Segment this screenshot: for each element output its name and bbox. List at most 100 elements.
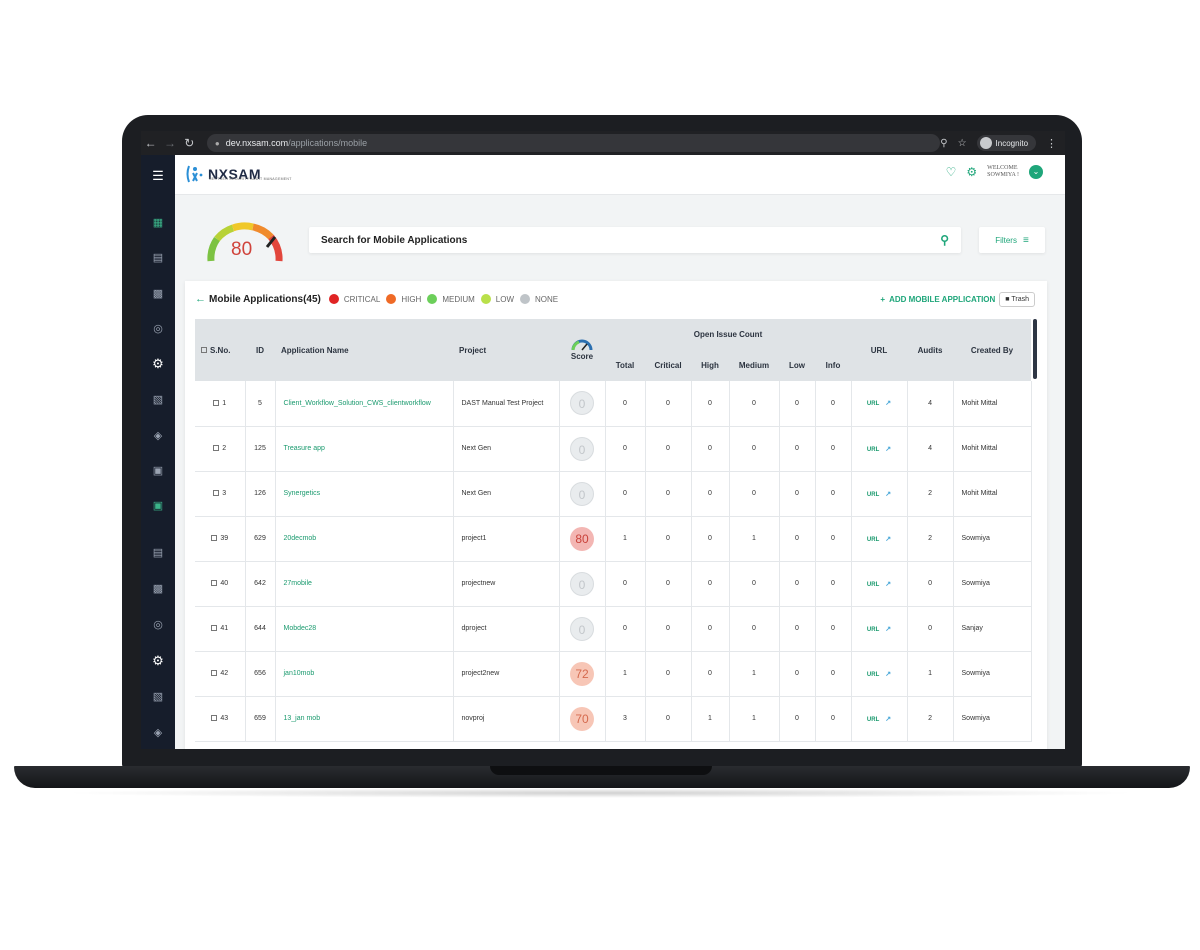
col-total: Total — [615, 360, 635, 370]
external-link-icon[interactable]: ↗ — [885, 536, 891, 543]
zoom-search-icon[interactable]: ⚲ — [940, 138, 947, 149]
notification-bell-icon[interactable]: ♡ — [946, 165, 957, 179]
cell-project: Next Gen — [453, 471, 560, 517]
table-row[interactable]: 3 126 Synergetics Next Gen 0 0 0 0 0 0 0 URL ↗ 2 Mohit… — [195, 471, 1032, 517]
cell-url[interactable]: URL ↗ — [851, 381, 908, 427]
select-all-checkbox[interactable] — [201, 347, 207, 354]
app-header: NXSAM NEXTGEN SECURITY AUDIT MANAGEMENT … — [175, 155, 1065, 195]
cell-audits: 4 — [907, 426, 954, 472]
url-link[interactable]: URL — [867, 447, 879, 453]
cell-app-name-link[interactable]: 20decmob — [275, 516, 454, 562]
user-menu-chevron-icon[interactable]: ⌄ — [1029, 165, 1043, 179]
header-settings-icon[interactable]: ⚙ — [966, 165, 977, 179]
laptop-notch — [490, 766, 712, 775]
reload-icon[interactable]: ↻ — [180, 136, 199, 150]
table-row[interactable]: 40 642 27mobile projectnew 0 0 0 0 0 0 0 URL ↗ 0 Sowmi… — [195, 561, 1032, 607]
external-link-icon[interactable]: ↗ — [885, 446, 891, 453]
cell-url[interactable]: URL ↗ — [851, 606, 908, 652]
external-link-icon[interactable]: ↗ — [885, 400, 891, 407]
config-gear-icon[interactable]: ⚙ — [141, 654, 175, 668]
cell-app-name-link[interactable]: Synergetics — [275, 471, 454, 517]
search-input[interactable]: Search for Mobile Applications ⚲ — [309, 227, 961, 253]
bookmark-star-icon[interactable]: ☆ — [958, 138, 967, 149]
external-link-icon[interactable]: ↗ — [885, 716, 891, 723]
col-id: ID — [256, 345, 264, 355]
score-badge: 0 — [570, 616, 594, 641]
row-checkbox[interactable] — [211, 625, 218, 632]
incognito-icon — [979, 137, 992, 149]
cell-app-name-link[interactable]: Mobdec28 — [275, 606, 454, 652]
table-row[interactable]: 2 125 Treasure app Next Gen 0 0 0 0 0 0 0 URL ↗ 4 Mohi… — [195, 426, 1032, 472]
table-row[interactable]: 41 644 Mobdec28 dproject 0 0 0 0 0 0 0 URL ↗ 0 Sanjay — [195, 606, 1032, 652]
report-icon[interactable]: ▩ — [141, 287, 175, 301]
cell-sno: 39 — [195, 516, 246, 562]
network-globe-icon[interactable]: ◎ — [141, 618, 175, 632]
cell-score: 0 — [559, 561, 606, 607]
add-mobile-application-button[interactable]: + ADD MOBILE APPLICATION — [880, 295, 995, 304]
row-checkbox[interactable] — [213, 445, 220, 452]
cell-app-name-link[interactable]: 27mobile — [275, 561, 454, 607]
score-badge: 0 — [570, 571, 594, 596]
settings-gear-icon[interactable]: ⚙ — [141, 357, 175, 371]
row-checkbox[interactable] — [213, 490, 220, 497]
incognito-indicator[interactable]: Incognito — [976, 135, 1037, 151]
cell-sno: 2 — [195, 426, 246, 472]
cell-url[interactable]: URL ↗ — [851, 426, 908, 472]
back-arrow-icon[interactable]: ← — [141, 136, 160, 150]
table-row[interactable]: 39 629 20decmob project1 80 1 0 0 1 0 0 URL ↗ 2 Sowmiy… — [195, 516, 1032, 562]
list-icon[interactable]: ▩ — [141, 582, 175, 596]
search-icon[interactable]: ⚲ — [940, 233, 949, 247]
cell-score: 72 — [559, 651, 606, 697]
row-checkbox[interactable] — [211, 670, 218, 677]
hamburger-menu-icon[interactable]: ☰ — [141, 169, 175, 183]
col-sno[interactable]: S.No. — [195, 319, 245, 381]
brand-logo[interactable]: NXSAM — [185, 163, 261, 185]
document-icon[interactable]: ▤ — [141, 251, 175, 265]
cell-url[interactable]: URL ↗ — [851, 561, 908, 607]
row-checkbox[interactable] — [211, 715, 218, 722]
cell-app-name-link[interactable]: Treasure app — [275, 426, 454, 472]
dashboard-grid-icon[interactable]: ▦ — [141, 216, 175, 230]
cell-app-name-link[interactable]: 13_jan mob — [275, 696, 454, 742]
row-checkbox[interactable] — [211, 580, 218, 587]
table-row[interactable]: 43 659 13_jan mob novproj 70 3 0 1 1 0 0 URL ↗ 2 Sowmi… — [195, 696, 1032, 742]
url-link[interactable]: URL — [867, 672, 879, 678]
table-row[interactable]: 42 656 jan10mob project2new 72 1 0 0 1 0 0 URL ↗ 1 Sow… — [195, 651, 1032, 697]
external-link-icon[interactable]: ↗ — [885, 581, 891, 588]
external-link-icon[interactable]: ↗ — [885, 491, 891, 498]
calendar-icon[interactable]: ▤ — [141, 546, 175, 560]
laptop-shadow — [60, 788, 1140, 798]
cell-url[interactable]: URL ↗ — [851, 696, 908, 742]
briefcase-icon[interactable]: ▣ — [141, 464, 175, 478]
url-link[interactable]: URL — [867, 582, 879, 588]
mobile-apps-icon[interactable]: ▣ — [141, 499, 175, 513]
package-icon[interactable]: ◈ — [141, 726, 175, 740]
table-row[interactable]: 1 5 Client_Workflow_Solution_CWS_clientwor… — [195, 381, 1032, 427]
table-scrollbar[interactable] — [1033, 319, 1037, 379]
url-link[interactable]: URL — [867, 627, 879, 633]
external-link-icon[interactable]: ↗ — [885, 626, 891, 633]
browser-menu-icon[interactable]: ⋮ — [1046, 137, 1057, 150]
row-checkbox[interactable] — [211, 535, 218, 542]
cell-url[interactable]: URL ↗ — [851, 471, 908, 517]
back-icon[interactable]: ← — [195, 293, 206, 305]
cell-app-name-link[interactable]: jan10mob — [275, 651, 454, 697]
cell-info: 0 — [815, 696, 852, 742]
cell-app-name-link[interactable]: Client_Workflow_Solution_CWS_clientworkf… — [275, 381, 454, 427]
globe-icon[interactable]: ◎ — [141, 322, 175, 336]
cell-url[interactable]: URL ↗ — [851, 516, 908, 562]
filters-button[interactable]: Filters ≡ — [979, 227, 1045, 253]
external-link-icon[interactable]: ↗ — [885, 671, 891, 678]
url-link[interactable]: URL — [867, 401, 879, 407]
archive-icon[interactable]: ▧ — [141, 690, 175, 704]
address-bar[interactable]: ● dev.nxsam.com /applications/mobile — [206, 134, 941, 152]
url-link[interactable]: URL — [867, 717, 879, 723]
trash-button[interactable]: ■ Trash — [999, 291, 1035, 307]
cell-url[interactable]: URL ↗ — [851, 651, 908, 697]
url-link[interactable]: URL — [867, 537, 879, 543]
cube-icon[interactable]: ◈ — [141, 429, 175, 443]
folder-icon[interactable]: ▧ — [141, 393, 175, 407]
url-link[interactable]: URL — [867, 492, 879, 498]
row-checkbox[interactable] — [213, 399, 220, 406]
forward-arrow-icon[interactable]: → — [160, 136, 179, 150]
